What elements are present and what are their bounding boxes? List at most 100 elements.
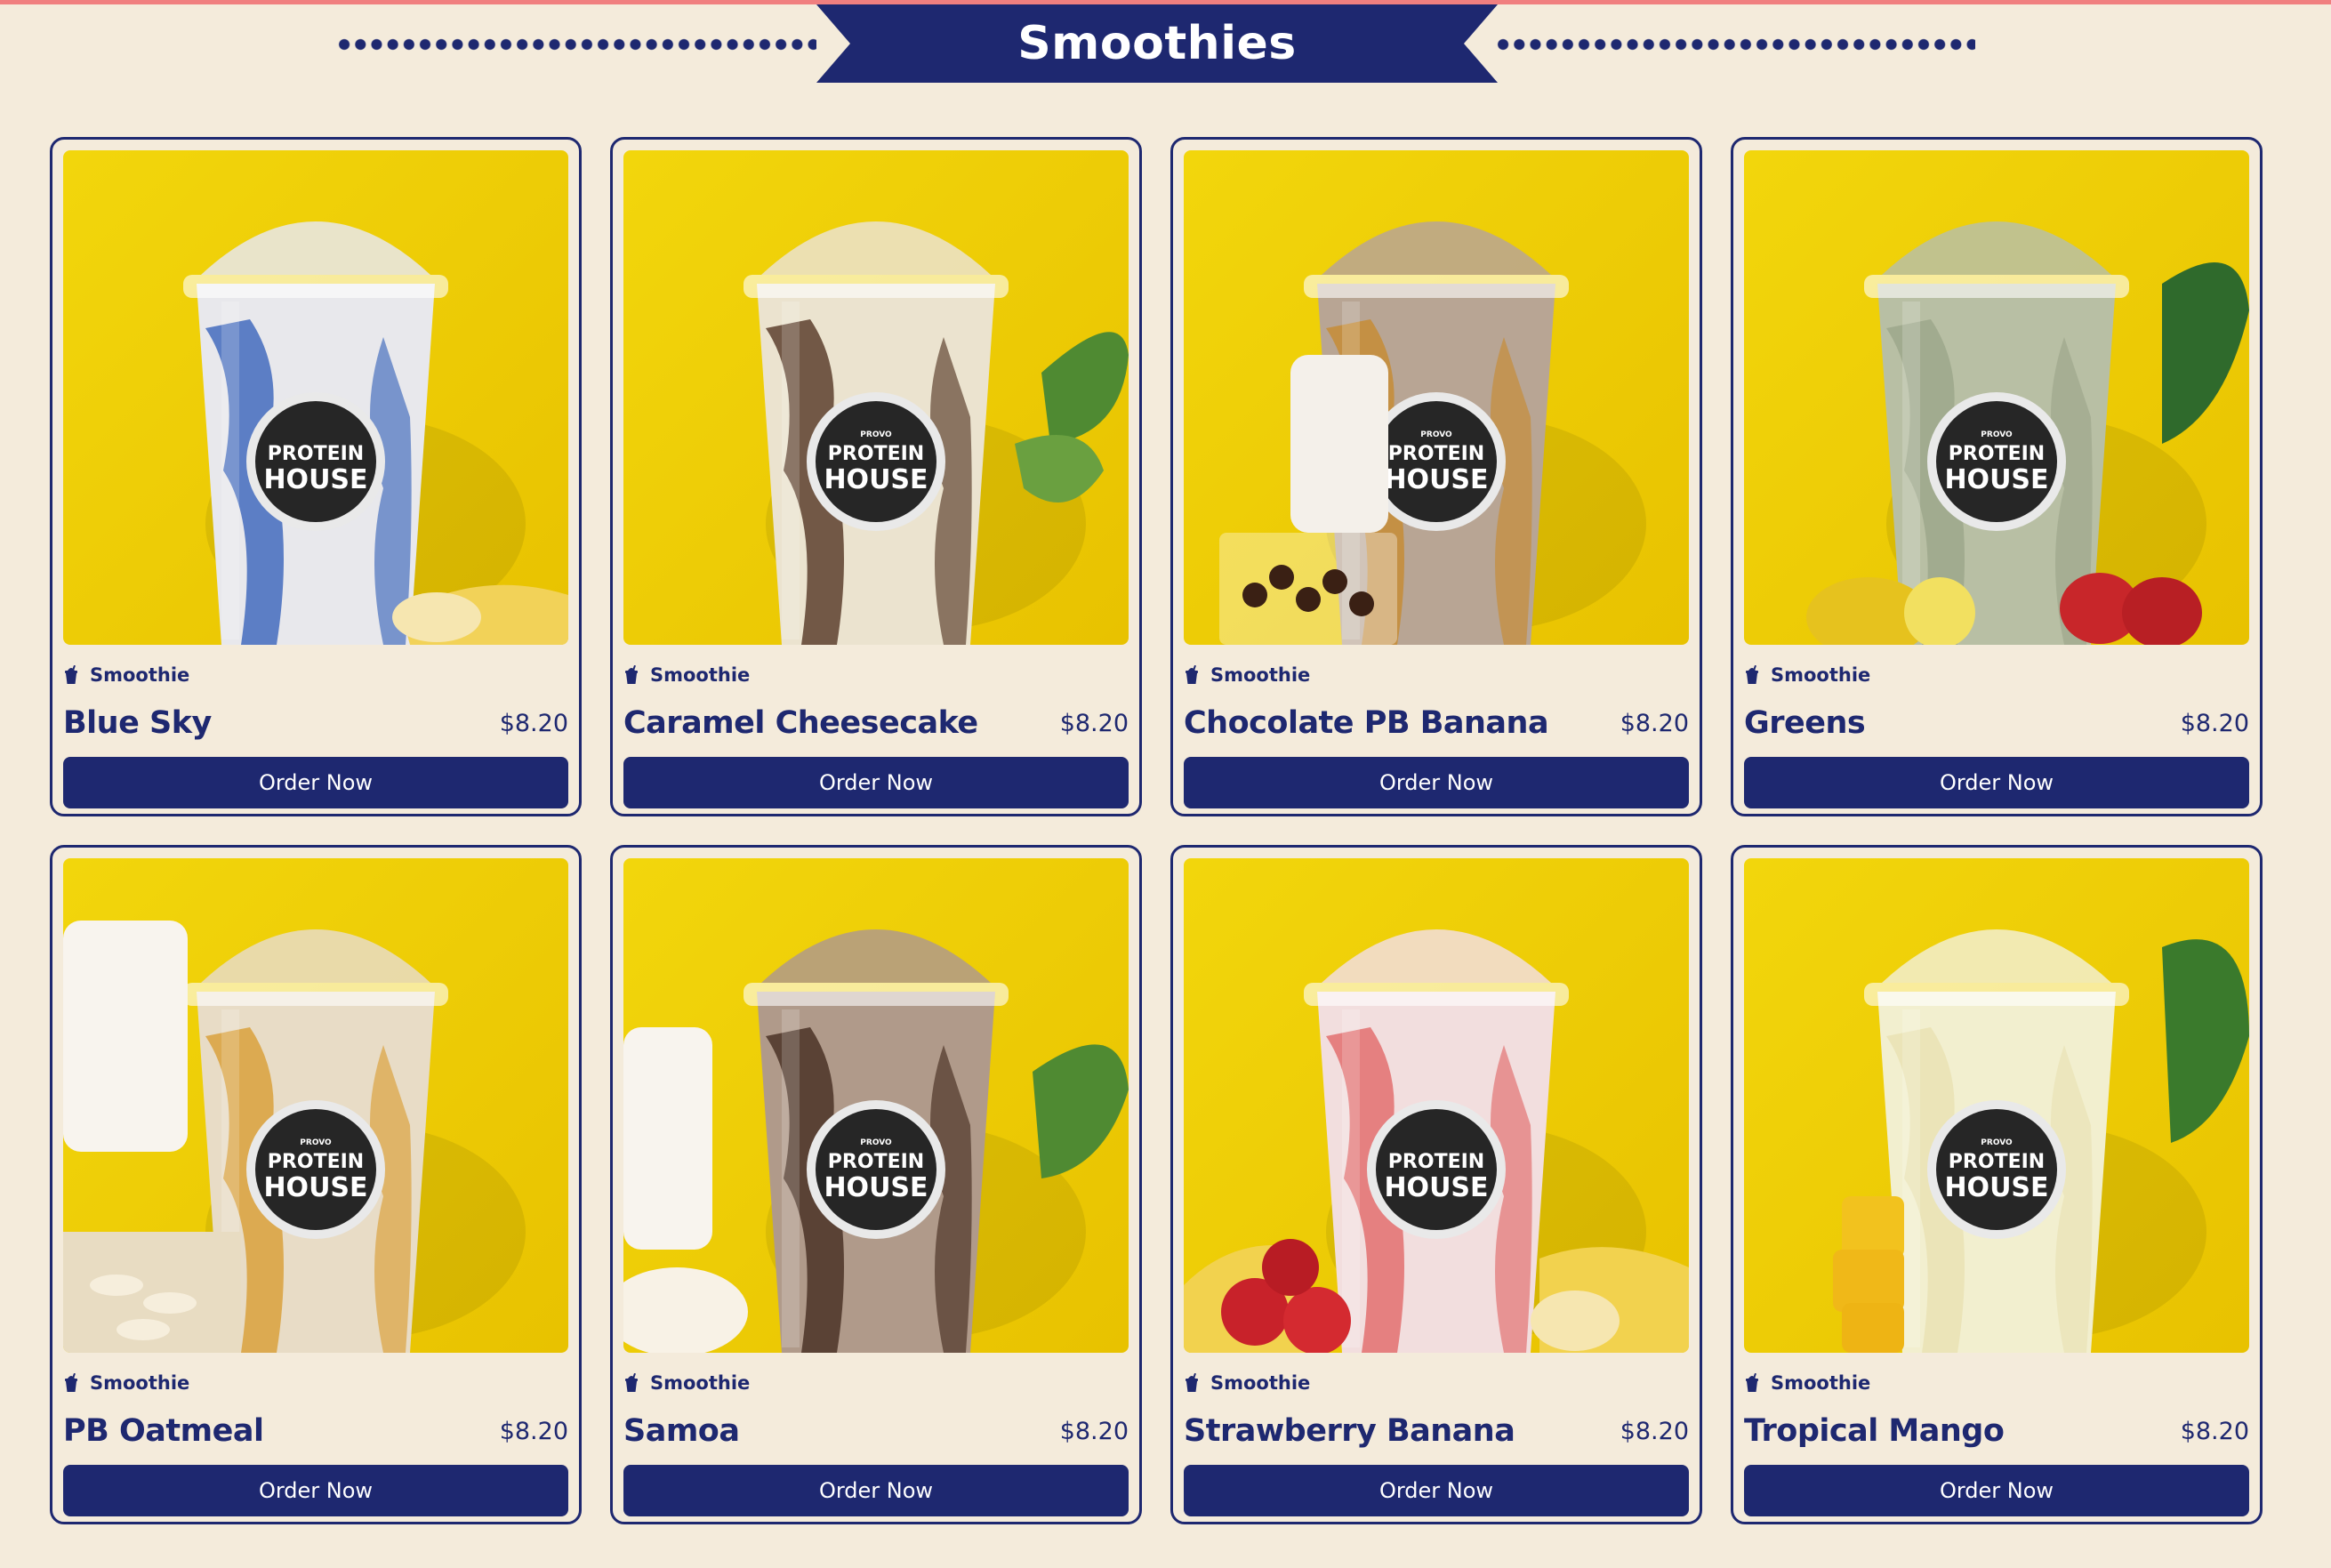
- svg-text:PROVO: PROVO: [860, 1138, 892, 1147]
- category-tag: Smoothie: [1184, 664, 1689, 686]
- category-tag: Smoothie: [623, 664, 1129, 686]
- product-photo[interactable]: PROVO PROTEIN HOUSE: [1744, 150, 2249, 645]
- category-label: Smoothie: [1771, 664, 1871, 686]
- product-card-blue-sky[interactable]: PROTEIN HOUSE Smoothie Blue Sky $8.20 Or…: [50, 137, 582, 816]
- product-price: $8.20: [2180, 1417, 2249, 1445]
- product-name: Tropical Mango: [1744, 1413, 2005, 1449]
- header-dots-right: [1495, 38, 1975, 51]
- category-label: Smoothie: [90, 664, 190, 686]
- section-title: Smoothies: [1017, 17, 1297, 70]
- section-header: Smoothies: [0, 4, 2331, 84]
- category-tag: Smoothie: [1744, 664, 2249, 686]
- smoothie-cup-icon: [1186, 1373, 1198, 1392]
- product-card-caramel-cheesecake[interactable]: PROVO PROTEIN HOUSE Smoothie Caramel Che…: [610, 137, 1142, 816]
- product-card-chocolate-pb-banana[interactable]: PROVO PROTEIN HOUSE Smoothie Chocolate P…: [1170, 137, 1702, 816]
- order-now-button[interactable]: Order Now: [623, 757, 1129, 808]
- category-tag: Smoothie: [63, 1372, 568, 1394]
- svg-text:PROVO: PROVO: [860, 430, 892, 439]
- product-card-tropical-mango[interactable]: PROVO PROTEIN HOUSE Smoothie Tropical Ma…: [1731, 845, 2263, 1524]
- svg-text:HOUSE: HOUSE: [1944, 1172, 2048, 1203]
- svg-text:HOUSE: HOUSE: [1384, 464, 1488, 495]
- product-card-strawberry-banana[interactable]: PROTEIN HOUSE Smoothie Strawberry Banana…: [1170, 845, 1702, 1524]
- svg-text:PROTEIN: PROTEIN: [1949, 443, 2045, 465]
- product-price: $8.20: [499, 1417, 568, 1445]
- svg-text:PROTEIN: PROTEIN: [1388, 1151, 1484, 1173]
- svg-text:PROVO: PROVO: [300, 1138, 332, 1147]
- product-photo[interactable]: PROTEIN HOUSE: [1184, 858, 1689, 1353]
- category-tag: Smoothie: [623, 1372, 1129, 1394]
- product-price: $8.20: [499, 709, 568, 737]
- category-label: Smoothie: [650, 1372, 751, 1394]
- svg-text:PROTEIN: PROTEIN: [828, 443, 924, 465]
- category-tag: Smoothie: [1744, 1372, 2249, 1394]
- product-photo-image: PROVO PROTEIN HOUSE: [1184, 150, 1689, 645]
- product-name: Greens: [1744, 705, 1866, 741]
- product-price: $8.20: [1620, 709, 1689, 737]
- product-price: $8.20: [1059, 1417, 1129, 1445]
- smoothie-cup-icon: [625, 665, 638, 684]
- product-card-greens[interactable]: PROVO PROTEIN HOUSE Smoothie Greens $8.2…: [1731, 137, 2263, 816]
- order-now-button[interactable]: Order Now: [1184, 757, 1689, 808]
- order-now-button[interactable]: Order Now: [623, 1465, 1129, 1516]
- category-label: Smoothie: [1210, 664, 1311, 686]
- order-now-button[interactable]: Order Now: [63, 757, 568, 808]
- product-price: $8.20: [1059, 709, 1129, 737]
- header-dots-left: [336, 38, 816, 51]
- product-name: Samoa: [623, 1413, 740, 1449]
- product-grid: PROTEIN HOUSE Smoothie Blue Sky $8.20 Or…: [50, 137, 2265, 1524]
- product-photo[interactable]: PROVO PROTEIN HOUSE: [63, 858, 568, 1353]
- product-photo-image: PROVO PROTEIN HOUSE: [623, 150, 1129, 645]
- order-now-button[interactable]: Order Now: [1744, 757, 2249, 808]
- svg-text:PROVO: PROVO: [1420, 430, 1452, 439]
- svg-text:HOUSE: HOUSE: [263, 1172, 367, 1203]
- product-photo[interactable]: PROVO PROTEIN HOUSE: [623, 150, 1129, 645]
- product-price: $8.20: [2180, 709, 2249, 737]
- product-photo-image: PROVO PROTEIN HOUSE: [1744, 150, 2249, 645]
- category-label: Smoothie: [1210, 1372, 1311, 1394]
- svg-text:HOUSE: HOUSE: [824, 1172, 928, 1203]
- section-banner: Smoothies: [816, 4, 1498, 83]
- smoothie-cup-icon: [65, 1373, 77, 1392]
- product-photo-image: PROVO PROTEIN HOUSE: [1744, 858, 2249, 1353]
- product-photo-image: PROTEIN HOUSE: [1184, 858, 1689, 1353]
- svg-text:PROTEIN: PROTEIN: [268, 1151, 364, 1173]
- smoothie-cup-icon: [1746, 1373, 1758, 1392]
- svg-text:HOUSE: HOUSE: [1384, 1172, 1488, 1203]
- product-price: $8.20: [1620, 1417, 1689, 1445]
- category-label: Smoothie: [90, 1372, 190, 1394]
- product-photo[interactable]: PROVO PROTEIN HOUSE: [623, 858, 1129, 1353]
- svg-text:HOUSE: HOUSE: [263, 464, 367, 495]
- product-card-samoa[interactable]: PROVO PROTEIN HOUSE Smoothie Samoa $8.20…: [610, 845, 1142, 1524]
- product-name: Strawberry Banana: [1184, 1413, 1515, 1449]
- product-photo[interactable]: PROVO PROTEIN HOUSE: [1184, 150, 1689, 645]
- smoothie-cup-icon: [65, 665, 77, 684]
- svg-text:PROVO: PROVO: [1981, 1138, 2013, 1147]
- product-name: Chocolate PB Banana: [1184, 705, 1549, 741]
- svg-text:PROTEIN: PROTEIN: [1949, 1151, 2045, 1173]
- category-tag: Smoothie: [1184, 1372, 1689, 1394]
- category-label: Smoothie: [1771, 1372, 1871, 1394]
- product-name: Caramel Cheesecake: [623, 705, 978, 741]
- product-name: Blue Sky: [63, 705, 212, 741]
- svg-text:PROTEIN: PROTEIN: [1388, 443, 1484, 465]
- order-now-button[interactable]: Order Now: [63, 1465, 568, 1516]
- smoothie-cup-icon: [625, 1373, 638, 1392]
- category-label: Smoothie: [650, 664, 751, 686]
- order-now-button[interactable]: Order Now: [1744, 1465, 2249, 1516]
- product-photo[interactable]: PROVO PROTEIN HOUSE: [1744, 858, 2249, 1353]
- product-photo-image: PROVO PROTEIN HOUSE: [623, 858, 1129, 1353]
- smoothie-cup-icon: [1186, 665, 1198, 684]
- product-photo-image: PROVO PROTEIN HOUSE: [63, 858, 568, 1353]
- smoothie-cup-icon: [1746, 665, 1758, 684]
- order-now-button[interactable]: Order Now: [1184, 1465, 1689, 1516]
- svg-text:HOUSE: HOUSE: [1944, 464, 2048, 495]
- product-card-pb-oatmeal[interactable]: PROVO PROTEIN HOUSE Smoothie PB Oatmeal …: [50, 845, 582, 1524]
- svg-text:HOUSE: HOUSE: [824, 464, 928, 495]
- svg-text:PROTEIN: PROTEIN: [268, 443, 364, 465]
- svg-text:PROVO: PROVO: [1981, 430, 2013, 439]
- product-photo-image: PROTEIN HOUSE: [63, 150, 568, 645]
- product-photo[interactable]: PROTEIN HOUSE: [63, 150, 568, 645]
- product-name: PB Oatmeal: [63, 1413, 264, 1449]
- category-tag: Smoothie: [63, 664, 568, 686]
- svg-text:PROTEIN: PROTEIN: [828, 1151, 924, 1173]
